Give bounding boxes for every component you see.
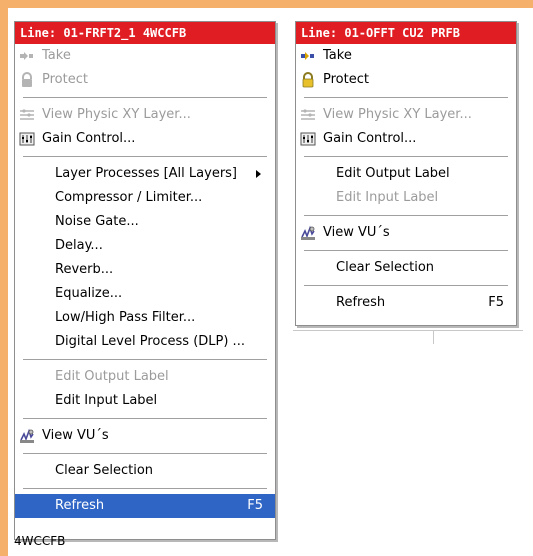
menu-item-label: Edit Output Label [336,166,450,181]
background-cell-text: 4WCCFB [14,534,66,548]
menu-item-digital-level-process[interactable]: Digital Level Process (DLP) ... [15,330,275,354]
menu-item-layer-processes[interactable]: Layer Processes [All Layers] [15,162,275,186]
take-icon [301,52,314,60]
menu-item-label: View VU´s [42,428,109,443]
layer-icon [301,109,315,120]
menu-item-label: Gain Control... [42,131,136,146]
context-menu-left: Line: 01-FRFT2_1 4WCCFB Take Protect Vie… [14,21,276,540]
take-icon [20,52,33,60]
menu-item-label: Take [42,48,71,63]
menu-item-view-vus[interactable]: View VU´s [15,424,275,448]
menu-item-label: Refresh [55,498,105,513]
menu-item-edit-output-label[interactable]: Edit Output Label [15,365,275,389]
menu-item-label: View VU´s [323,225,390,240]
menu-separator [304,215,508,216]
menu-separator [23,156,267,157]
menu-separator [304,285,508,286]
menu-item-label: Take [323,48,352,63]
menu-item-edit-input-label[interactable]: Edit Input Label [15,389,275,413]
menu-item-label: Protect [323,72,369,87]
menu-item-reverb[interactable]: Reverb... [15,258,275,282]
menu-separator [304,250,508,251]
menu-item-label: Layer Processes [All Layers] [55,166,238,181]
menu-separator [23,418,267,419]
menu-item-label: Delay... [55,238,103,253]
layer-icon [20,109,34,120]
menu-item-refresh[interactable]: Refresh F5 [296,291,516,315]
menu-item-view-physic-xy-layer[interactable]: View Physic XY Layer... [15,103,275,127]
menu-item-label: Noise Gate... [55,214,139,229]
lock-icon [302,72,314,88]
shortcut-label: F5 [488,295,504,310]
menu-item-protect[interactable]: Protect [296,68,516,92]
menu-item-label: Reverb... [55,262,114,277]
menu-item-label: Refresh [336,295,386,310]
menu-item-compressor-limiter[interactable]: Compressor / Limiter... [15,186,275,210]
menu-item-label: Clear Selection [55,463,154,478]
menu-item-view-vus[interactable]: View VU´s [296,221,516,245]
menu-item-label: Clear Selection [336,260,435,275]
vu-meter-icon [20,428,34,443]
menu-item-label: Digital Level Process (DLP) ... [55,334,245,349]
menu-item-label: Equalize... [55,286,123,301]
menu-item-edit-input-label[interactable]: Edit Input Label [296,186,516,210]
window-frame-left [0,0,8,556]
menu-item-refresh[interactable]: Refresh F5 [15,494,275,518]
menu-header: Line: 01-OFFT CU2 PRFB [296,22,516,44]
gain-control-icon [19,132,35,146]
menu-separator [23,359,267,360]
menu-item-label: Edit Output Label [55,369,169,384]
menu-separator [23,97,267,98]
shortcut-label: F5 [247,498,263,513]
menu-item-view-physic-xy-layer[interactable]: View Physic XY Layer... [296,103,516,127]
menu-item-clear-selection[interactable]: Clear Selection [15,459,275,483]
menu-item-edit-output-label[interactable]: Edit Output Label [296,162,516,186]
menu-item-protect[interactable]: Protect [15,68,275,92]
menu-separator [23,488,267,489]
menu-item-gain-control[interactable]: Gain Control... [296,127,516,151]
context-menu-right: Line: 01-OFFT CU2 PRFB Take Protect View… [295,21,517,326]
menu-item-noise-gate[interactable]: Noise Gate... [15,210,275,234]
menu-item-take[interactable]: Take [15,44,275,68]
window-frame-top [0,0,533,8]
menu-item-label: View Physic XY Layer... [323,107,472,122]
menu-item-gain-control[interactable]: Gain Control... [15,127,275,151]
vu-meter-icon [301,225,315,240]
menu-item-label: Edit Input Label [336,190,439,205]
menu-item-label: Gain Control... [323,131,417,146]
menu-separator [304,97,508,98]
menu-item-label: Protect [42,72,88,87]
menu-separator [304,156,508,157]
gain-control-icon [300,132,316,146]
menu-header: Line: 01-FRFT2_1 4WCCFB [15,22,275,44]
menu-item-label: Low/High Pass Filter... [55,310,196,325]
menu-item-label: View Physic XY Layer... [42,107,191,122]
submenu-arrow-icon [256,170,261,178]
menu-item-clear-selection[interactable]: Clear Selection [296,256,516,280]
menu-item-delay[interactable]: Delay... [15,234,275,258]
menu-item-label: Edit Input Label [55,393,158,408]
menu-item-take[interactable]: Take [296,44,516,68]
menu-separator [23,453,267,454]
menu-item-low-high-pass-filter[interactable]: Low/High Pass Filter... [15,306,275,330]
menu-item-equalize[interactable]: Equalize... [15,282,275,306]
lock-icon [22,72,32,87]
menu-item-label: Compressor / Limiter... [55,190,203,205]
